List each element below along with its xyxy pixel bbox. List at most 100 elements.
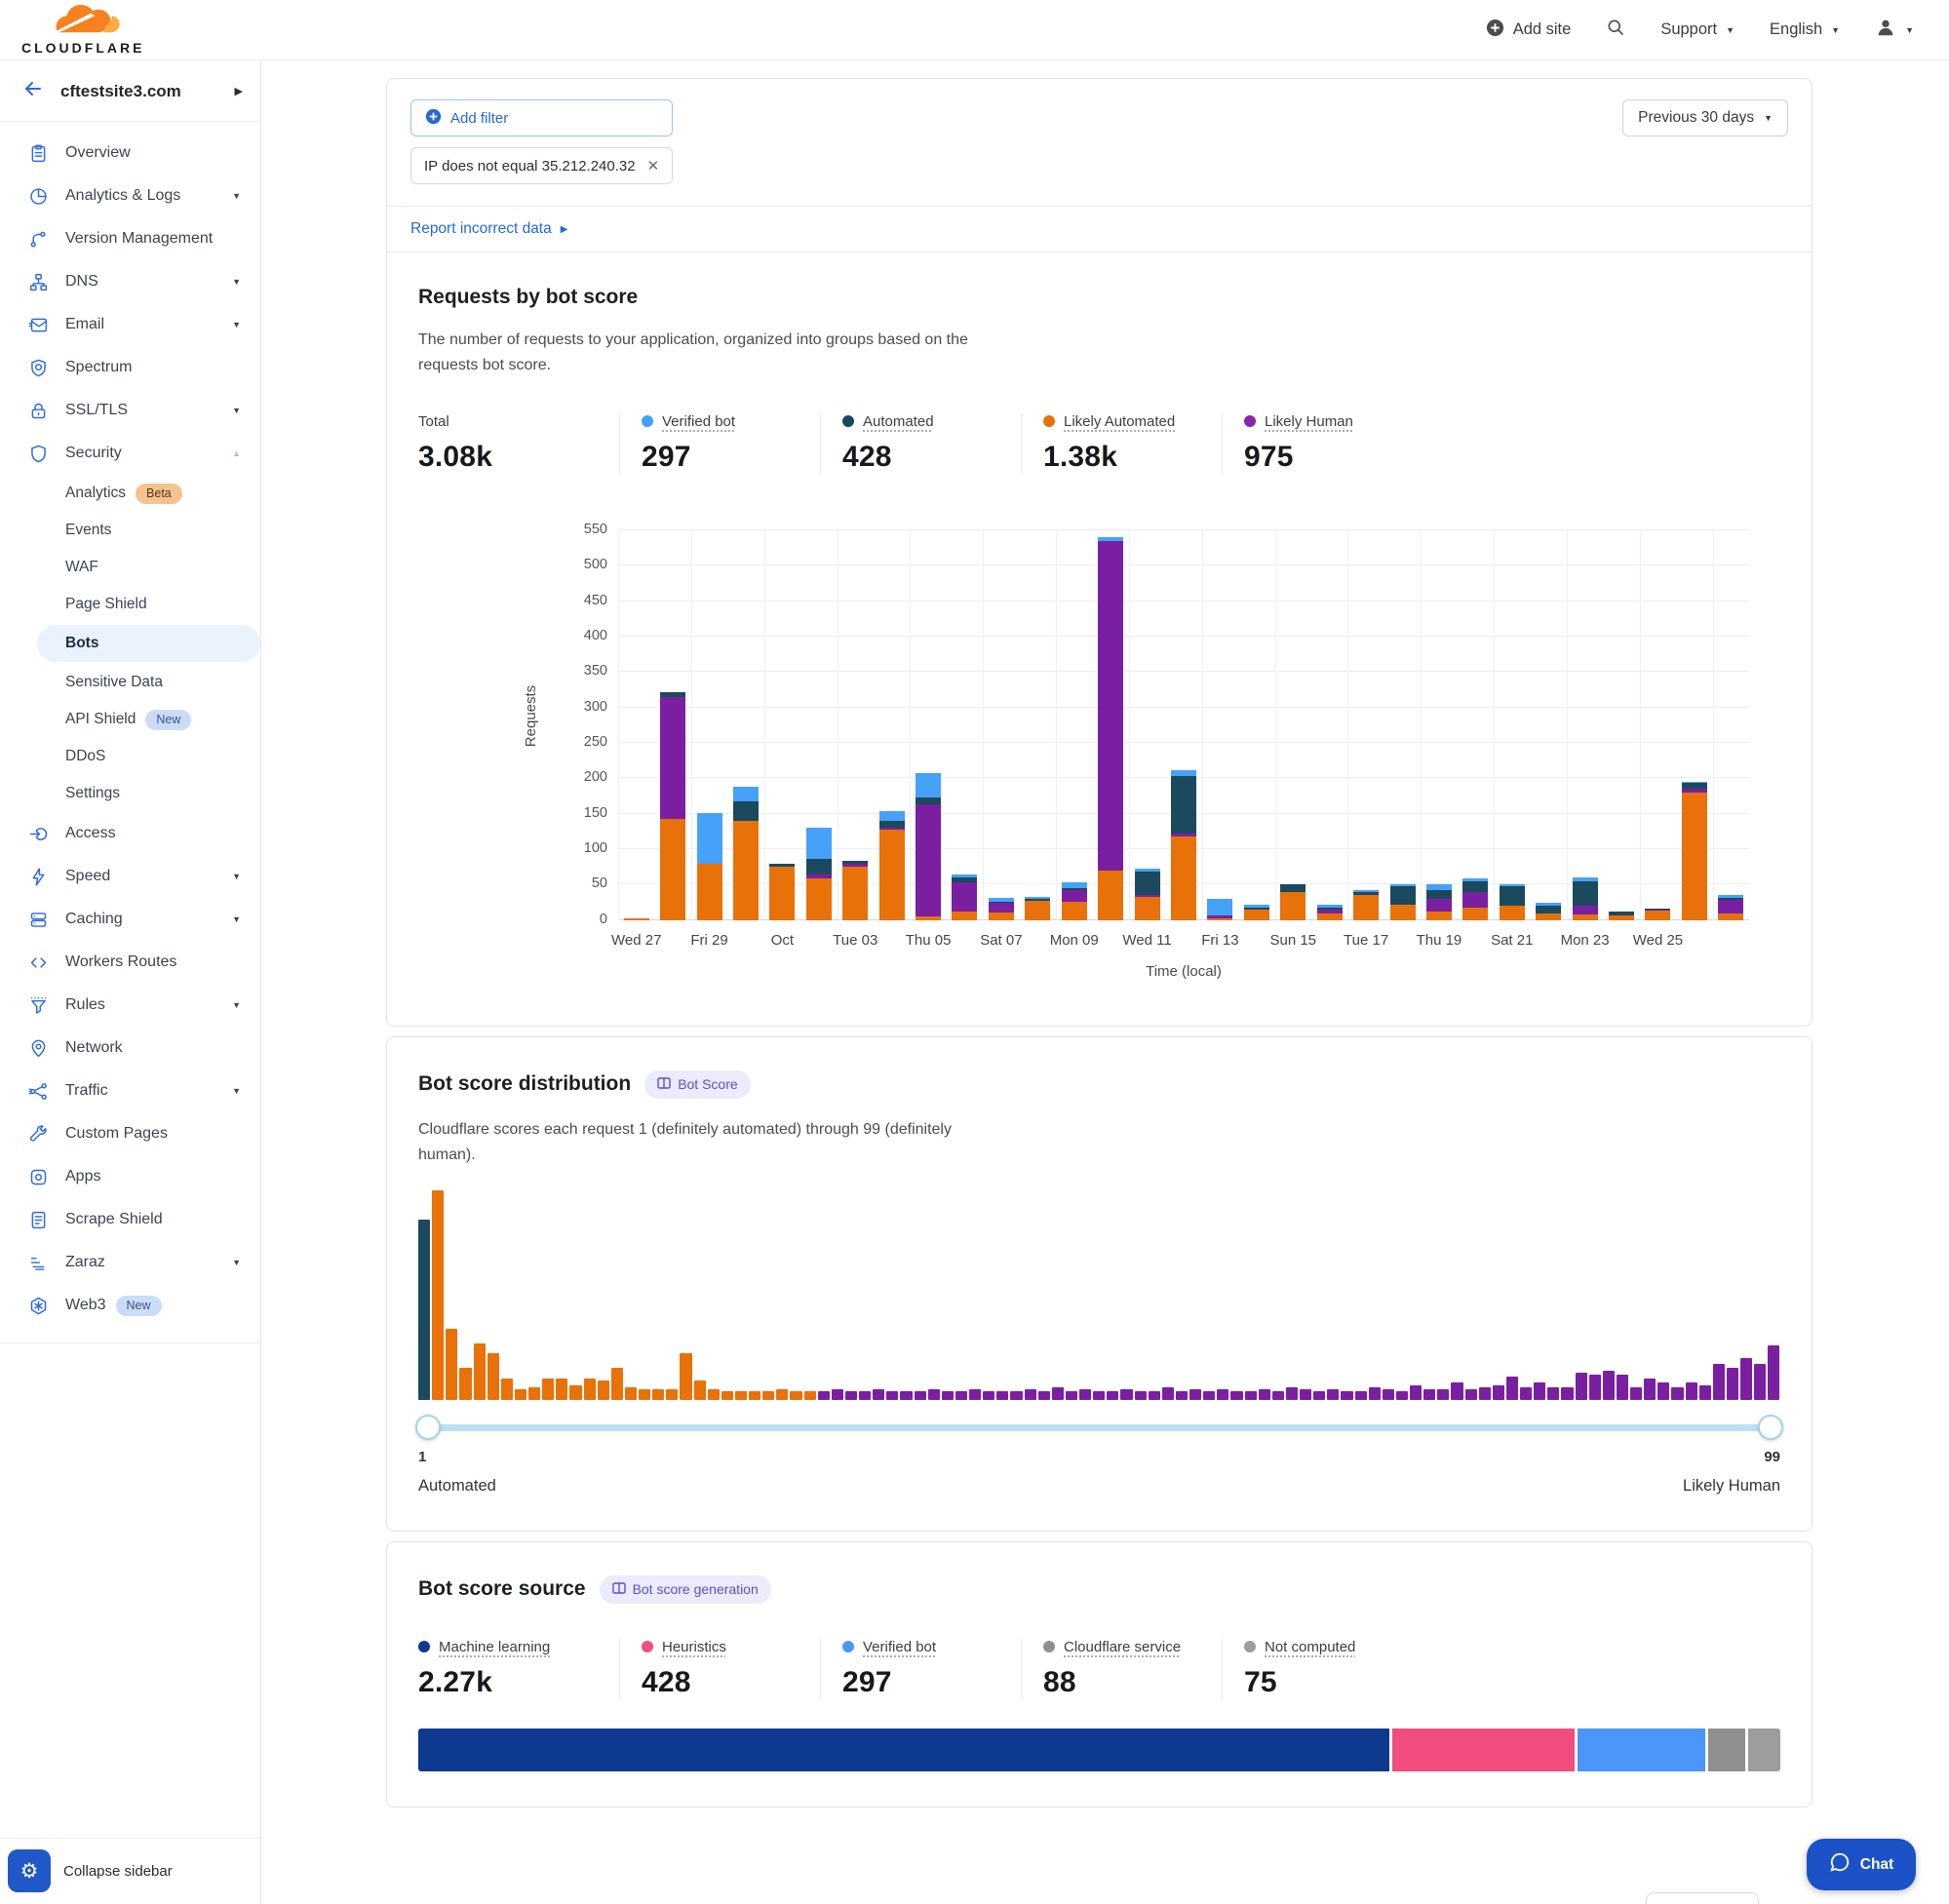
sidebar-item-ssl-tls[interactable]: SSL/TLS▼: [0, 389, 260, 432]
stacked-bar: [1062, 882, 1087, 920]
chat-button[interactable]: Chat: [1807, 1839, 1916, 1890]
sidebar-item-custom-pages[interactable]: Custom Pages: [0, 1112, 260, 1155]
bar-segment-verified-bot: [879, 811, 905, 821]
report-incorrect-data-link[interactable]: Report incorrect data ▶: [410, 220, 567, 238]
histogram-bar-score-32: [845, 1391, 857, 1400]
bar-segment-likely-automated: [1426, 912, 1452, 920]
bar-segment-likely-automated: [1390, 905, 1416, 920]
site-switcher[interactable]: cftestsite3.com ▶: [0, 60, 260, 122]
y-tick-label: 400: [543, 628, 607, 643]
sidebar-item-overview[interactable]: Overview: [0, 132, 260, 175]
sidebar-subitem-ddos[interactable]: DDoS: [0, 738, 260, 775]
sidebar-item-analytics-logs[interactable]: Analytics & Logs▼: [0, 175, 260, 217]
histogram-bar-score-60: [1230, 1391, 1242, 1400]
stat-label-text: Verified bot: [863, 1639, 936, 1655]
add-filter-button[interactable]: Add filter: [410, 99, 673, 136]
sidebar-subitem-sensitive-data[interactable]: Sensitive Data: [0, 664, 260, 701]
sidebar-item-spectrum[interactable]: Spectrum: [0, 346, 260, 389]
bot-score-generation-badge[interactable]: Bot score generation: [600, 1575, 771, 1604]
stacked-bar: [1353, 890, 1379, 920]
sidebar-subitem-bots[interactable]: Bots: [37, 625, 260, 662]
sidebar-item-email[interactable]: Email▼: [0, 303, 260, 346]
sidebar-item-version-management[interactable]: Version Management: [0, 217, 260, 260]
sidebar-item-workers-routes[interactable]: Workers Routes: [0, 941, 260, 984]
sidebar-item-web3[interactable]: Web3New: [0, 1284, 260, 1327]
gear-icon: ⚙: [20, 1859, 39, 1884]
gridline-vertical: [983, 530, 984, 920]
slider-handle-max[interactable]: [1758, 1415, 1783, 1440]
stat-value: 88: [1043, 1666, 1222, 1699]
sidebar-item-rules[interactable]: Rules▼: [0, 984, 260, 1027]
settings-gear-button[interactable]: ⚙: [8, 1849, 51, 1892]
histogram-bar-score-90: [1644, 1379, 1656, 1400]
stacked-bar: [842, 861, 868, 920]
collapse-sidebar-label[interactable]: Collapse sidebar: [63, 1863, 173, 1880]
stacked-bar: [697, 813, 722, 920]
gridline-vertical: [1567, 530, 1568, 920]
slider-handle-min[interactable]: [415, 1415, 441, 1440]
sidebar-item-scrape-shield[interactable]: Scrape Shield: [0, 1198, 260, 1241]
histogram-bar-score-76: [1451, 1382, 1462, 1399]
add-site-button[interactable]: Add site: [1486, 19, 1572, 42]
histogram-bar-score-22: [708, 1389, 720, 1400]
sidebar-subitem-page-shield[interactable]: Page Shield: [0, 586, 260, 623]
workers-icon: [27, 952, 49, 973]
cloudflare-cloud-icon: [38, 5, 128, 40]
spectrum-icon: [27, 357, 49, 378]
sidebar-subitem-api-shield[interactable]: API ShieldNew: [0, 701, 260, 738]
bar-segment-automated: [1536, 906, 1561, 913]
remove-filter-icon[interactable]: ✕: [647, 157, 660, 175]
histogram-bar-score-55: [1162, 1387, 1174, 1400]
histogram-bar-score-18: [652, 1389, 664, 1400]
language-menu[interactable]: English ▼: [1770, 20, 1840, 39]
sidebar-item-access[interactable]: Access: [0, 812, 260, 855]
y-tick-label: 0: [543, 912, 607, 927]
stat-value: 428: [842, 441, 1021, 474]
sidebar-subitem-events[interactable]: Events: [0, 512, 260, 549]
gridline-vertical: [1056, 530, 1057, 920]
filter-chip[interactable]: IP does not equal 35.212.240.32 ✕: [410, 147, 673, 184]
sidebar-item-speed[interactable]: Speed▼: [0, 855, 260, 898]
stat-verified-bot: Verified bot297: [820, 1639, 1021, 1699]
sidebar-item-network[interactable]: Network: [0, 1027, 260, 1069]
gridline-vertical: [1129, 530, 1130, 920]
histogram-bar-score-95: [1713, 1364, 1725, 1400]
sidebar-item-caching[interactable]: Caching▼: [0, 898, 260, 941]
histogram-bar-score-59: [1217, 1389, 1228, 1400]
legend-dot: [418, 1641, 430, 1652]
y-tick-label: 100: [543, 840, 607, 856]
chevron-right-icon[interactable]: ▶: [235, 85, 243, 97]
slider-track[interactable]: [418, 1424, 1780, 1431]
sidebar-item-apps[interactable]: Apps: [0, 1155, 260, 1198]
bar-segment-automated: [733, 801, 759, 821]
date-range-select[interactable]: Previous 30 days ▼: [1622, 99, 1788, 136]
bar-segment-automated: [1135, 872, 1160, 894]
cloudflare-logo[interactable]: CLOUDFLARE: [21, 5, 144, 55]
traffic-icon: [27, 1080, 49, 1102]
account-menu[interactable]: ▼: [1875, 17, 1914, 43]
sidebar-subitem-waf[interactable]: WAF: [0, 549, 260, 586]
bar-segment-automated: [1390, 886, 1416, 905]
sidebar-item-dns[interactable]: DNS▼: [0, 260, 260, 303]
stat-value: 975: [1244, 441, 1423, 474]
back-arrow-icon[interactable]: [21, 77, 45, 105]
sidebar-item-label: Access: [65, 825, 116, 842]
sidebar-item-security[interactable]: Security▲: [0, 432, 260, 475]
bot-score-badge[interactable]: Bot Score: [644, 1070, 750, 1099]
support-menu[interactable]: Support ▼: [1660, 20, 1735, 39]
stacked-bar: [1573, 877, 1598, 920]
histogram-bar-score-28: [790, 1391, 801, 1400]
search-button[interactable]: [1606, 18, 1625, 42]
gridline-vertical: [1202, 530, 1203, 920]
bar-segment-likely-human: [989, 903, 1014, 912]
sidebar-subitem-analytics[interactable]: AnalyticsBeta: [0, 475, 260, 512]
y-tick-label: 450: [543, 593, 607, 608]
histogram-bar-score-84: [1561, 1387, 1573, 1400]
x-tick-label: Wed 25: [1633, 932, 1683, 949]
sidebar-subitem-label: Settings: [65, 785, 120, 802]
stacked-bar: [1135, 869, 1160, 919]
rules-icon: [27, 994, 49, 1016]
sidebar-subitem-settings[interactable]: Settings: [0, 775, 260, 812]
sidebar-item-zaraz[interactable]: Zaraz▼: [0, 1241, 260, 1284]
sidebar-item-traffic[interactable]: Traffic▼: [0, 1069, 260, 1112]
